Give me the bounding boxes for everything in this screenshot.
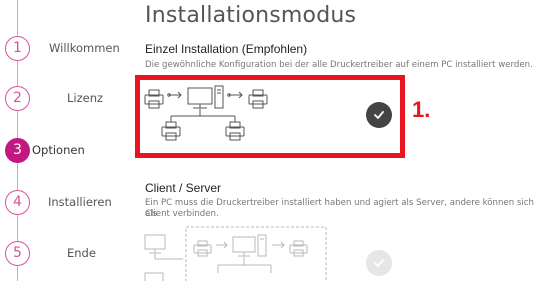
- network-icon: [170, 109, 236, 122]
- step-number: 5: [5, 241, 30, 266]
- printer-icon: [144, 89, 164, 109]
- check-icon: [374, 111, 384, 119]
- printer-icon: [161, 121, 181, 141]
- step-rail: 1 Willkommen 2 Lizenz 3 Optionen 4 Insta…: [0, 0, 128, 281]
- option-single-check[interactable]: [366, 102, 392, 128]
- printer-icon: [289, 240, 308, 257]
- step-label: Ende: [67, 246, 96, 260]
- step-number: 3: [5, 138, 30, 163]
- monitor-icon: [187, 87, 213, 109]
- check-icon: [374, 259, 384, 267]
- client-server-diagram[interactable]: [143, 225, 333, 281]
- usb-icon: [216, 241, 228, 249]
- printer-icon: [248, 89, 268, 109]
- step-installieren[interactable]: 4 Installieren: [0, 190, 128, 216]
- option-single-title: Einzel Installation (Empfohlen): [145, 42, 308, 56]
- step-optionen[interactable]: 3 Optionen: [0, 138, 128, 164]
- usb-icon: [167, 91, 182, 99]
- printer-icon: [225, 121, 245, 141]
- step-label: Optionen: [32, 143, 85, 157]
- step-number: 1: [5, 36, 30, 61]
- option-client-server-description-line2: Client verbinden.: [145, 209, 219, 219]
- step-lizenz[interactable]: 2 Lizenz: [0, 86, 128, 112]
- step-label: Lizenz: [67, 91, 104, 105]
- single-install-diagram: [144, 85, 268, 141]
- annotation-label: 1.: [412, 97, 431, 122]
- option-client-server-title: Client / Server: [145, 181, 222, 195]
- step-number: 2: [5, 86, 30, 111]
- step-willkommen[interactable]: 1 Willkommen: [0, 36, 128, 62]
- option-client-server-check[interactable]: [366, 250, 392, 276]
- tower-icon: [214, 85, 224, 109]
- step-label: Willkommen: [49, 41, 120, 55]
- option-single-description: Die gewöhnliche Konfiguration bei der al…: [145, 60, 533, 70]
- step-number: 4: [5, 190, 30, 215]
- printer-icon: [193, 240, 212, 257]
- tower-icon: [257, 234, 267, 257]
- monitor-icon: [144, 272, 164, 281]
- network-icon: [217, 257, 272, 273]
- usb-icon: [227, 91, 243, 99]
- page-title: Installationsmodus: [145, 3, 357, 28]
- step-label: Installieren: [48, 195, 112, 209]
- usb-icon: [272, 241, 285, 249]
- step-ende[interactable]: 5 Ende: [0, 241, 128, 267]
- monitor-icon: [232, 236, 256, 257]
- monitor-icon: [144, 234, 166, 254]
